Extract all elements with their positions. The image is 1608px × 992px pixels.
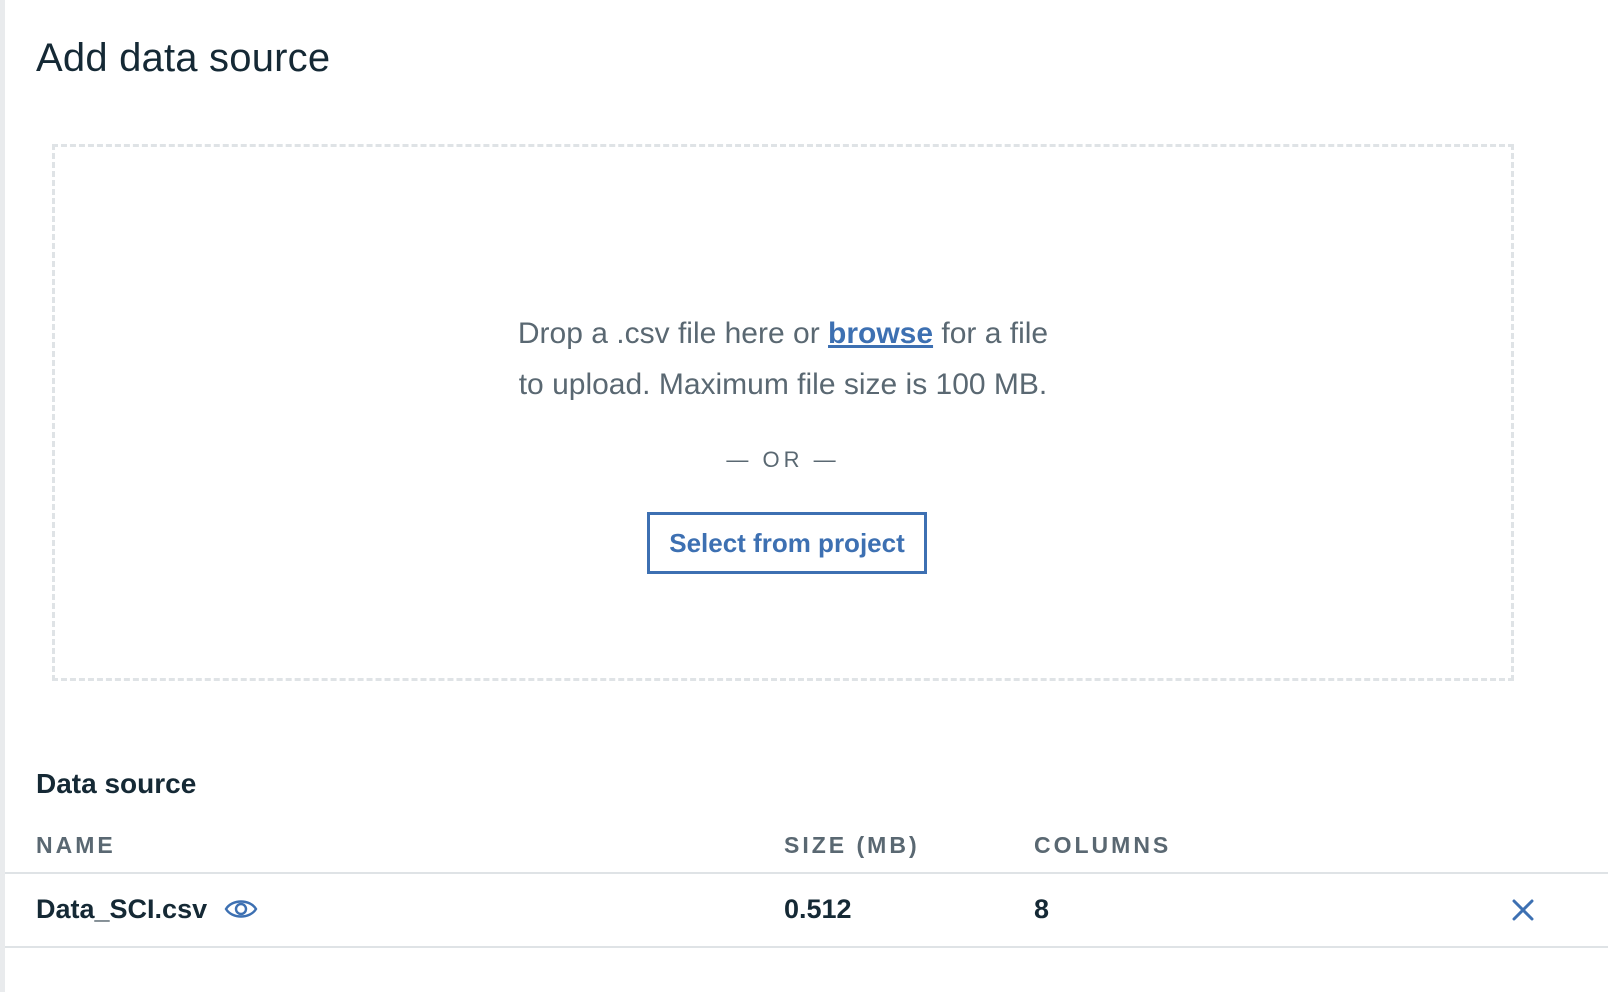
dropzone-instructions: Drop a .csv file here or browse for a fi… (55, 317, 1511, 351)
file-dropzone[interactable]: Drop a .csv file here or browse for a fi… (52, 144, 1514, 681)
file-column-count: 8 (1034, 894, 1050, 924)
close-icon[interactable] (1511, 898, 1535, 922)
browse-link[interactable]: browse (828, 317, 933, 350)
column-header-columns: COLUMNS (1034, 832, 1172, 858)
column-header-name: NAME (36, 832, 116, 858)
dropzone-size-limit: to upload. Maximum file size is 100 MB. (518, 368, 1048, 401)
left-border (0, 0, 5, 992)
eye-icon[interactable] (224, 896, 258, 922)
table-footer-space (5, 948, 1608, 992)
data-source-heading: Data source (36, 768, 197, 799)
file-size: 0.512 (784, 894, 852, 924)
dropzone-text-after: for a file (933, 317, 1049, 350)
or-divider: — OR — (726, 447, 840, 472)
table-row: Data_SCI.csv 0.512 8 (5, 874, 1608, 946)
page-title: Add data source (36, 36, 331, 80)
dropzone-text-before: Drop a .csv file here or (517, 317, 829, 350)
select-from-project-button[interactable]: Select from project (647, 512, 927, 574)
file-name: Data_SCI.csv (36, 894, 208, 924)
column-header-size: SIZE (MB) (784, 832, 920, 858)
